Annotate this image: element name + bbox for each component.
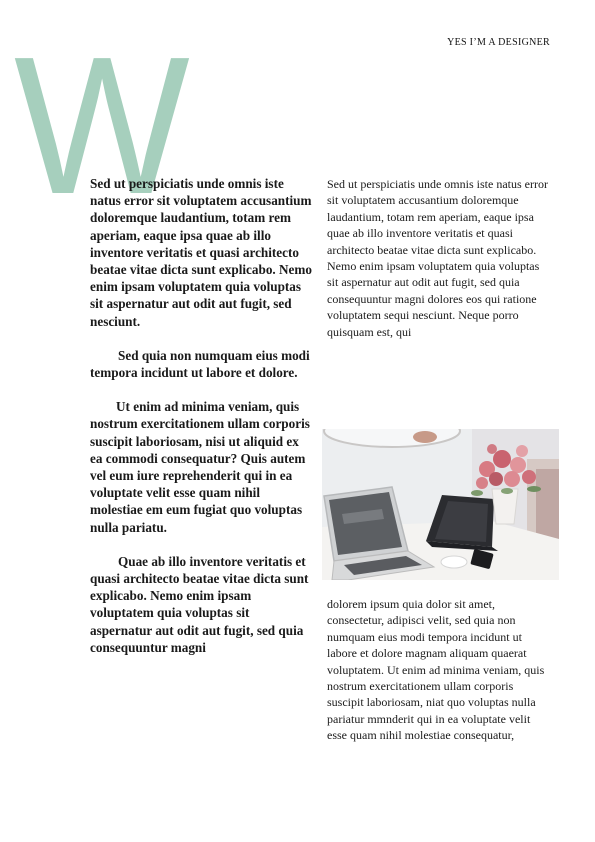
paragraph-4: Quae ab illo inventore veritatis et quas… <box>90 553 309 655</box>
paragraph-2: Sed quia non numquam eius modi tempora i… <box>90 347 310 381</box>
left-text-column: Sed ut perspiciatis unde omnis iste natu… <box>90 175 312 673</box>
page-header: YES I’M A DESIGNER <box>447 37 550 48</box>
right-paragraph-bottom: dolorem ipsum quia dolor sit amet, conse… <box>327 597 545 743</box>
right-text-column-top: Sed ut perspiciatis unde omnis iste natu… <box>327 176 549 340</box>
paragraph-3: Ut enim ad minima veniam, quis nostrum e… <box>90 399 310 535</box>
workspace-photo <box>322 429 559 580</box>
right-text-column-bottom: dolorem ipsum quia dolor sit amet, conse… <box>327 596 549 744</box>
right-paragraph-top: Sed ut perspiciatis unde omnis iste natu… <box>327 177 548 339</box>
paragraph-1: Sed ut perspiciatis unde omnis iste natu… <box>90 176 312 329</box>
